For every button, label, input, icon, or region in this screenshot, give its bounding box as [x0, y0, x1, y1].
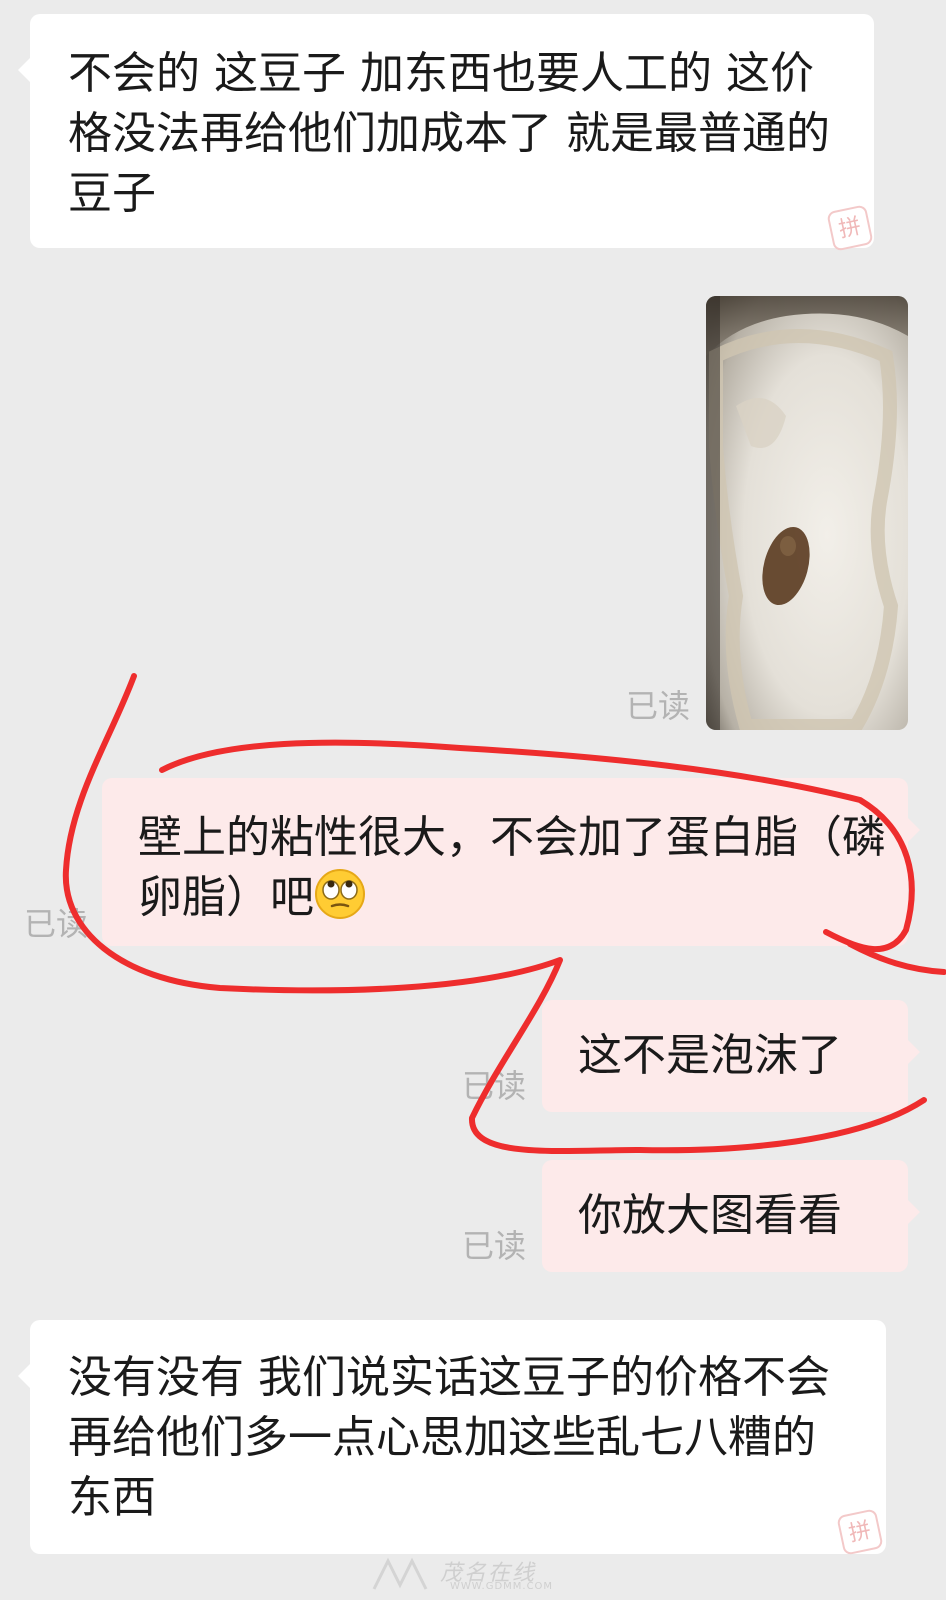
- message-bubble-incoming-1[interactable]: 不会的 这豆子 加东西也要人工的 这价格没法再给他们加成本了 就是最普通的豆子 …: [18, 14, 874, 252]
- read-status: 已读: [462, 1227, 527, 1265]
- message-text: 这不是泡沫了: [578, 1030, 842, 1081]
- message-bubble-outgoing-3[interactable]: 你放大图看看: [542, 1160, 920, 1272]
- message-text: 壁上的粘性很大，不会加了蛋白脂（磷卵脂）吧: [138, 812, 886, 923]
- photo-of-white-bowl-residue-icon: [706, 296, 908, 730]
- pin-badge: 拼: [826, 204, 874, 252]
- site-watermark: 茂名在线 WWW.GDMM.COM: [370, 1555, 570, 1595]
- message-text: 没有没有 我们说实话这豆子的价格不会再给他们多一点心思加这些乱七八糟的 东西: [68, 1352, 830, 1523]
- read-status: 已读: [462, 1067, 527, 1105]
- watermark-logo-icon: [372, 1557, 428, 1590]
- message-bubble-outgoing-1[interactable]: 壁上的粘性很大，不会加了蛋白脂（磷卵脂）吧: [102, 778, 920, 946]
- pin-badge: 拼: [836, 1508, 884, 1556]
- message-text: 不会的 这豆子 加东西也要人工的 这价格没法再给他们加成本了 就是最普通的豆子: [68, 48, 830, 219]
- read-status: 已读: [626, 687, 691, 725]
- read-status: 已读: [24, 905, 89, 943]
- eye-roll-emoji-icon: [315, 869, 365, 919]
- message-bubble-incoming-2[interactable]: 没有没有 我们说实话这豆子的价格不会再给他们多一点心思加这些乱七八糟的 东西 拼: [18, 1320, 886, 1556]
- watermark-sub-text: WWW.GDMM.COM: [450, 1581, 554, 1592]
- message-bubble-outgoing-2[interactable]: 这不是泡沫了: [542, 1000, 920, 1112]
- image-message[interactable]: [706, 296, 908, 730]
- message-text: 你放大图看看: [578, 1190, 842, 1241]
